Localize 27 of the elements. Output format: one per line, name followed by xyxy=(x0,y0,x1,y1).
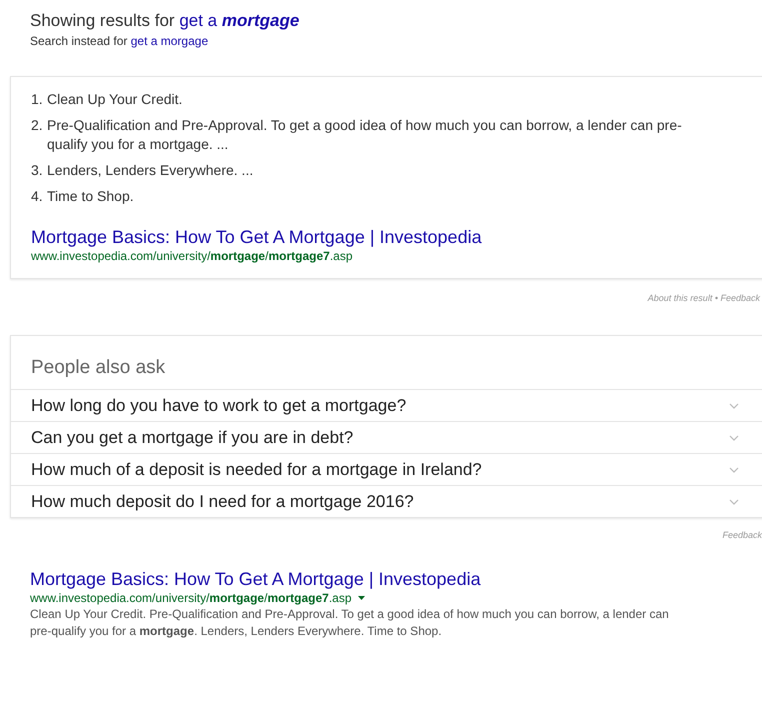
step-text: Pre-Qualification and Pre-Approval. To get a good idea of how much you can borrow, a lender can pre-qualify you for a mortgage. ... xyxy=(47,116,683,154)
dropdown-arrow-icon[interactable] xyxy=(358,596,364,600)
result-url: www.investopedia.com/university/mortgage/mortgage7.asp xyxy=(31,248,354,264)
question-row[interactable]: How much deposit do I need for a mortgage 2016? xyxy=(11,485,762,517)
question-row[interactable]: How long do you have to work to get a mortgage? xyxy=(11,389,762,421)
step-text: Lenders, Lenders Everywhere. ... xyxy=(47,161,254,180)
result-snippet: Clean Up Your Credit. Pre-Qualification and Pre-Approval. To get a good idea of how much you can borrow, a lender can pre-qualify you for a mortgage. Lenders, Lenders Everywhere. Time to Shop. xyxy=(30,606,670,640)
step-number: 3. xyxy=(31,161,44,180)
question-row[interactable]: Can you get a mortgage if you are in debt? xyxy=(11,421,762,453)
chevron-down-icon xyxy=(729,466,739,472)
people-also-ask-heading: People also ask xyxy=(30,356,166,380)
corrected-query-link[interactable]: get a mortgage xyxy=(179,11,300,30)
result-title-link[interactable]: Mortgage Basics: How To Get A Mortgage | Investopedia xyxy=(30,568,762,590)
chevron-down-icon xyxy=(729,402,739,408)
search-instead-label: Search instead for xyxy=(30,34,128,48)
chevron-down-icon xyxy=(729,434,739,440)
result-title-link[interactable]: Mortgage Basics: How To Get A Mortgage | Investopedia xyxy=(31,226,749,248)
step-text: Time to Shop. xyxy=(47,187,134,206)
question-row[interactable]: How much of a deposit is needed for a mortgage in Ireland? xyxy=(11,453,762,485)
step-number: 4. xyxy=(31,187,44,206)
step-number: 1. xyxy=(31,90,44,109)
original-query-link[interactable]: get a morgage xyxy=(130,34,208,48)
result-url: www.investopedia.com/university/mortgage/mortgage7.asp xyxy=(30,590,352,606)
step-text: Clean Up Your Credit. xyxy=(47,90,182,109)
step-number: 2. xyxy=(31,116,44,135)
chevron-down-icon xyxy=(729,498,739,504)
showing-results-label: Showing results for xyxy=(30,11,175,30)
